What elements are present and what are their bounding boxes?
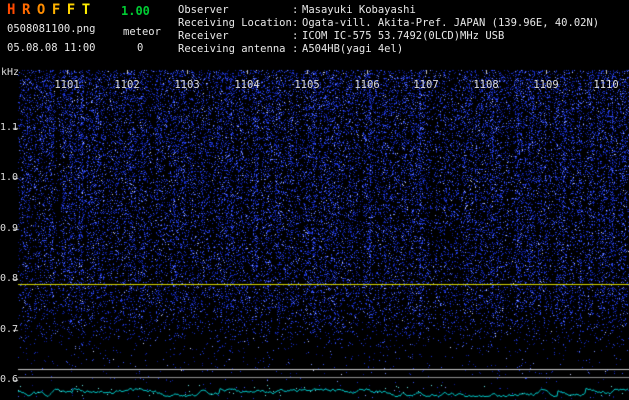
spectrogram-canvas bbox=[0, 0, 629, 400]
freq-axis-unit: kHz bbox=[1, 67, 20, 78]
hrofft-window: HROFFT 1.00 0508081100.png meteor 0 05.0… bbox=[0, 0, 629, 400]
freq-tick-label: 1.0 bbox=[0, 172, 19, 183]
freq-tick-label: 0.6 bbox=[0, 374, 19, 385]
info-separator: : bbox=[292, 4, 299, 16]
time-tick-label: 1106 bbox=[354, 79, 380, 91]
time-tick-label: 1107 bbox=[413, 79, 439, 91]
info-value: Ogata-vill. Akita-Pref. JAPAN (139.96E, … bbox=[302, 17, 600, 29]
freq-tick-label: 0.7 bbox=[0, 324, 19, 335]
time-tick-label: 1102 bbox=[114, 79, 140, 91]
filename-label: 0508081100.png bbox=[7, 23, 96, 35]
time-tick-label: 1108 bbox=[473, 79, 499, 91]
time-tick-label: 1103 bbox=[174, 79, 200, 91]
info-value: ICOM IC-575 53.7492(0LCD)MHz USB bbox=[302, 30, 505, 42]
app-title-letter: T bbox=[81, 2, 91, 18]
info-label: Receiver bbox=[178, 30, 229, 42]
info-separator: : bbox=[292, 30, 299, 42]
datetime-label: 05.08.08 11:00 bbox=[7, 42, 96, 54]
info-row: Receiving antenna: A504HB(yagi 4el) bbox=[178, 43, 599, 56]
info-value: Masayuki Kobayashi bbox=[302, 4, 416, 16]
app-title-letter: H bbox=[7, 2, 16, 18]
info-label: Receiving antenna bbox=[178, 43, 286, 55]
time-tick-label: 1109 bbox=[533, 79, 559, 91]
station-info: Observer: Masayuki Kobayashi Receiving Loc… bbox=[178, 4, 599, 56]
info-row: Observer: Masayuki Kobayashi bbox=[178, 4, 599, 17]
app-title-letter: F bbox=[51, 2, 61, 18]
freq-tick-label: 0.8 bbox=[0, 273, 19, 284]
meteor-label: meteor bbox=[123, 26, 161, 38]
time-tick-label: 1101 bbox=[54, 79, 80, 91]
info-label: Observer bbox=[178, 4, 229, 16]
app-title-letter: R bbox=[21, 2, 31, 18]
time-tick-label: 1104 bbox=[234, 79, 260, 91]
app-title-letter: O bbox=[36, 2, 46, 18]
app-title: HROFFT bbox=[7, 2, 97, 18]
info-separator: : bbox=[292, 17, 299, 29]
time-tick-label: 1110 bbox=[593, 79, 619, 91]
version-label: 1.00 bbox=[121, 4, 150, 18]
info-separator: : bbox=[292, 43, 299, 55]
info-row: Receiver: ICOM IC-575 53.7492(0LCD)MHz US… bbox=[178, 30, 599, 43]
app-title-letter: F bbox=[66, 2, 76, 18]
freq-tick-label: 1.1 bbox=[0, 122, 19, 133]
meteor-count: 0 bbox=[137, 42, 144, 54]
info-row: Receiving Location: Ogata-vill. Akita-Pre… bbox=[178, 17, 599, 30]
freq-tick-label: 0.9 bbox=[0, 223, 19, 234]
time-tick-label: 1105 bbox=[294, 79, 320, 91]
info-label: Receiving Location bbox=[178, 17, 292, 29]
info-value: A504HB(yagi 4el) bbox=[302, 43, 404, 55]
